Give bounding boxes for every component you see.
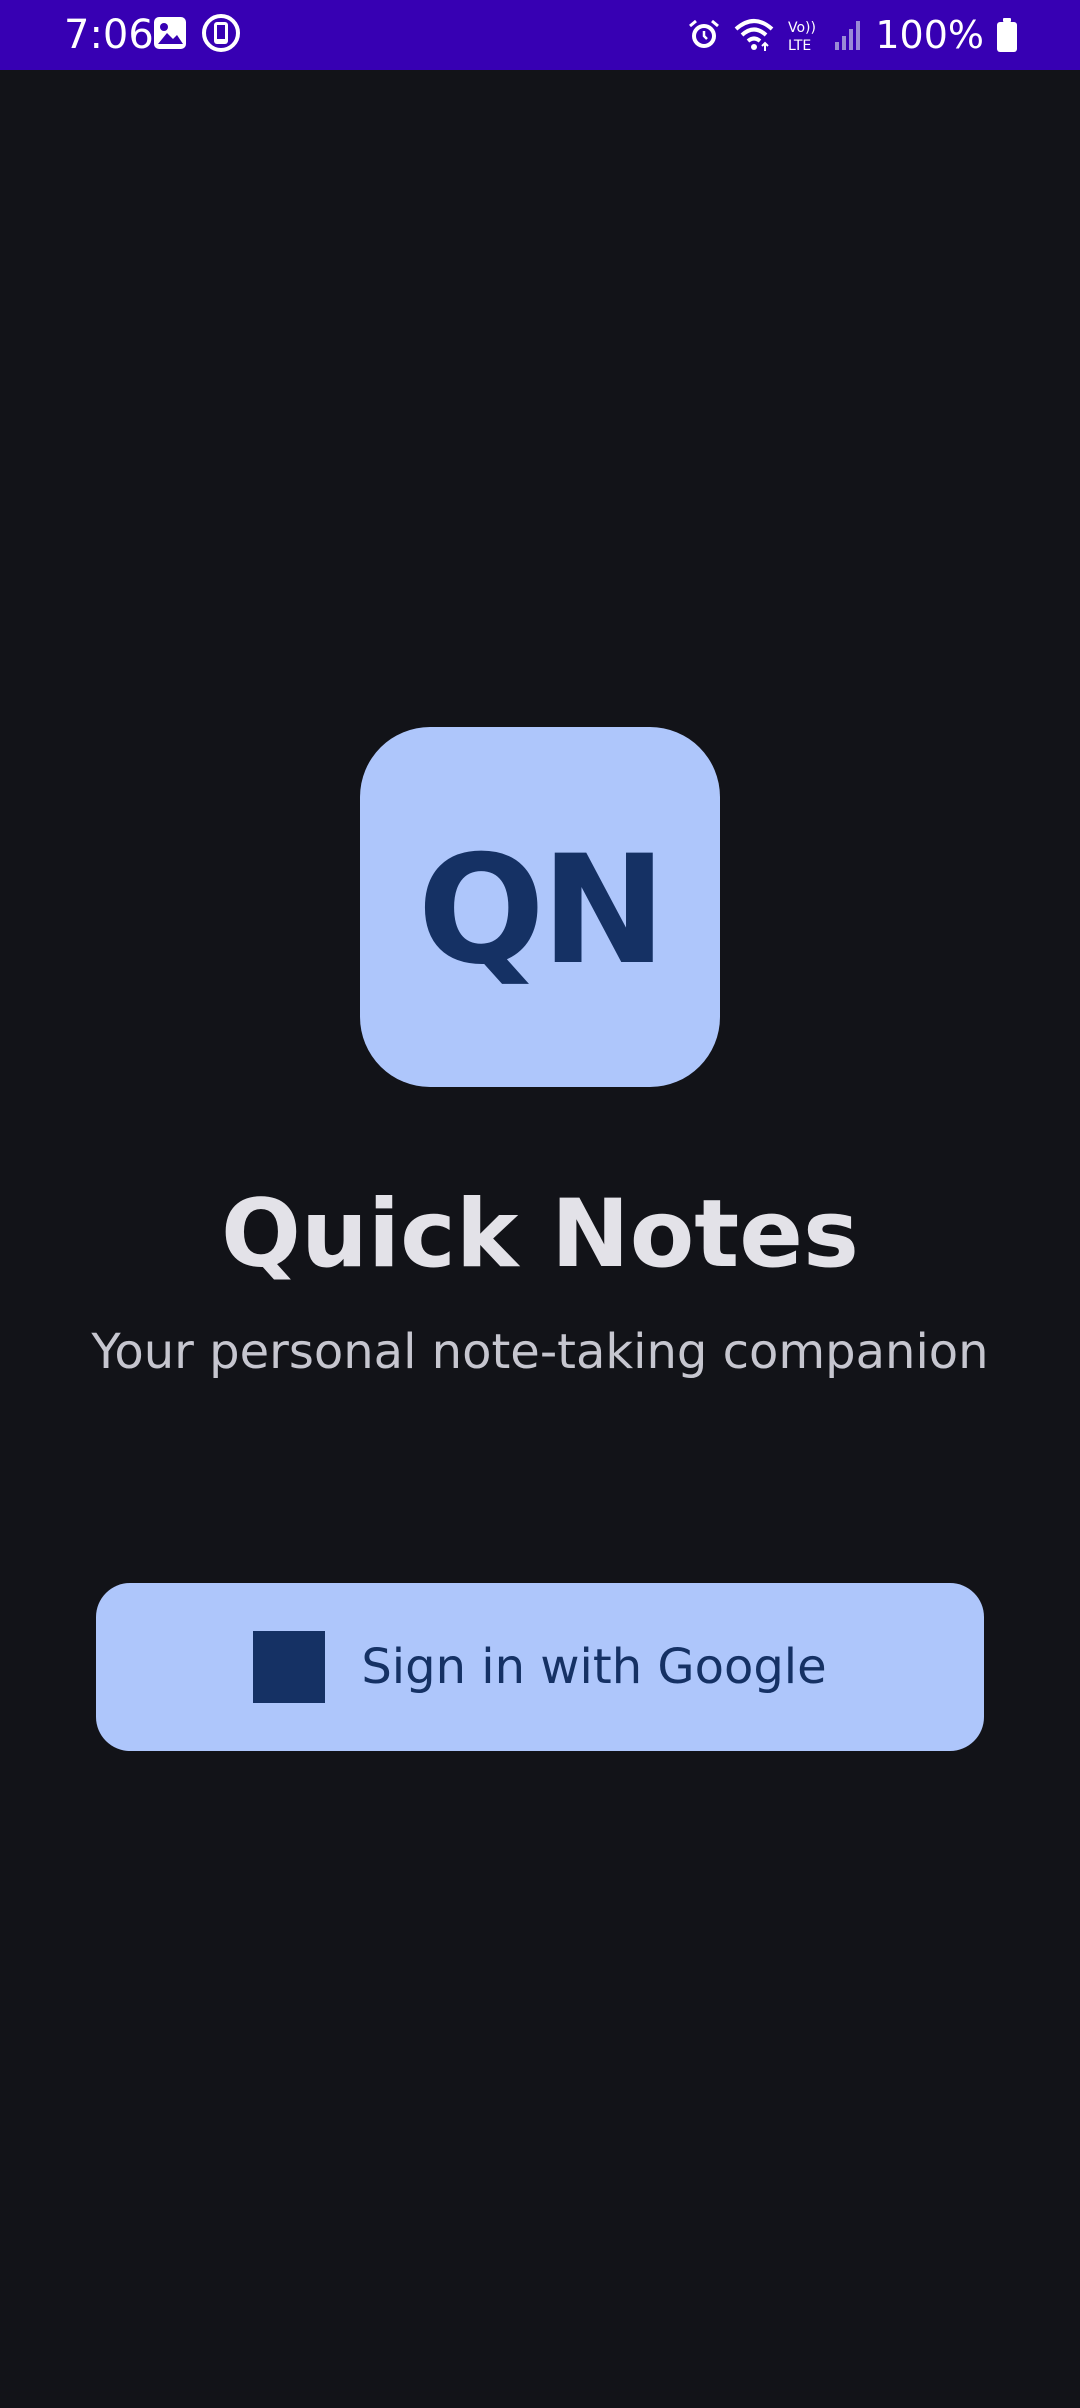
login-screen: 7:06 Vo)) LTE 100% QN Quick Notes Your p… <box>0 0 1080 2408</box>
status-time: 7:06 <box>64 12 154 58</box>
wifi-icon <box>733 17 775 53</box>
volte-icon: Vo)) LTE <box>787 17 821 53</box>
volte-label-top: Vo)) <box>788 20 816 36</box>
sign-in-with-google-button[interactable]: Sign in with Google <box>96 1583 984 1751</box>
google-icon <box>253 1631 326 1703</box>
app-subtitle: Your personal note-taking companion <box>91 1324 989 1380</box>
app-logo-text: QN <box>417 824 666 998</box>
screen-record-icon <box>200 12 242 58</box>
gallery-icon <box>152 15 188 55</box>
status-left-icons <box>152 14 242 56</box>
volte-label-bottom: LTE <box>788 38 811 53</box>
sign-in-button-label: Sign in with Google <box>361 1639 827 1695</box>
signal-icon <box>833 18 863 52</box>
battery-icon <box>996 17 1018 53</box>
battery-percentage: 100% <box>875 13 984 57</box>
status-right-icons: Vo)) LTE 100% <box>687 12 1018 58</box>
app-title: Quick Notes <box>221 1180 859 1289</box>
alarm-icon <box>687 18 721 52</box>
status-bar: 7:06 Vo)) LTE 100% <box>0 0 1080 70</box>
app-logo: QN <box>360 727 720 1087</box>
